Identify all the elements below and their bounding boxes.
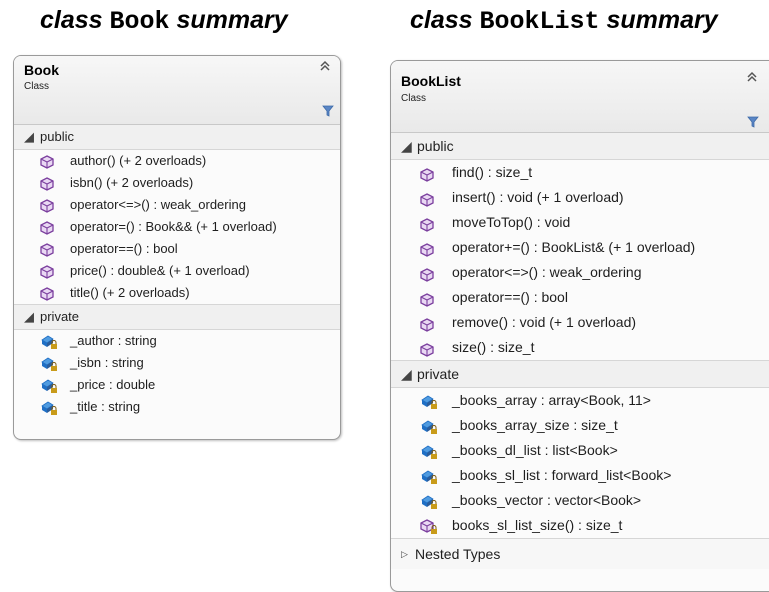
private-section-header[interactable]: ◢ private <box>14 304 340 330</box>
member-label: _books_array : array<Book, 11> <box>452 392 651 408</box>
member-item[interactable]: _isbn : string <box>14 352 340 374</box>
filter-icon[interactable] <box>322 102 334 121</box>
class-kind: Class <box>24 81 50 92</box>
member-label: title() (+ 2 overloads) <box>70 285 190 300</box>
member-label: remove() : void (+ 1 overload) <box>452 314 637 330</box>
collapse-triangle-icon[interactable]: ◢ <box>24 305 34 329</box>
booklist-class-card[interactable]: BookList Class ◢ public find() : size_ti… <box>390 60 769 592</box>
member-label: books_sl_list_size() : size_t <box>452 517 623 533</box>
book-class-card[interactable]: Book Class ◢ public author() (+ 2 overlo… <box>13 55 341 440</box>
member-item[interactable]: operator<=>() : weak_ordering <box>391 260 769 285</box>
member-item[interactable]: title() (+ 2 overloads) <box>14 282 340 304</box>
class-title: Book <box>24 62 59 78</box>
collapse-triangle-icon[interactable]: ◢ <box>401 133 412 159</box>
heading-keyword: class <box>410 6 473 34</box>
member-item[interactable]: operator==() : bool <box>14 238 340 260</box>
private-section-header[interactable]: ◢ private <box>391 360 769 388</box>
member-label: _books_array_size : size_t <box>452 417 618 433</box>
public-section-header[interactable]: ◢ public <box>391 133 769 160</box>
member-label: _isbn : string <box>70 355 144 370</box>
nested-types-section[interactable]: ▷ Nested Types <box>391 538 769 569</box>
member-label: operator=() : Book&& (+ 1 overload) <box>70 219 277 234</box>
collapse-triangle-icon[interactable]: ◢ <box>401 361 412 387</box>
section-label: private <box>40 309 80 324</box>
filter-icon[interactable] <box>747 113 759 132</box>
member-item[interactable]: remove() : void (+ 1 overload) <box>391 310 769 335</box>
class-header[interactable]: BookList Class <box>391 61 769 133</box>
member-item[interactable]: _books_dl_list : list<Book> <box>391 438 769 463</box>
private-field-icon <box>40 400 58 423</box>
member-item[interactable]: moveToTop() : void <box>391 210 769 235</box>
member-label: find() : size_t <box>452 164 533 180</box>
member-item[interactable]: price() : double& (+ 1 overload) <box>14 260 340 282</box>
member-label: size() : size_t <box>452 339 535 355</box>
member-label: operator+=() : BookList& (+ 1 overload) <box>452 239 696 255</box>
heading-suffix: summary <box>606 6 718 34</box>
member-label: operator==() : bool <box>452 289 568 305</box>
member-item[interactable]: _price : double <box>14 374 340 396</box>
heading-class-name: Book <box>109 7 170 36</box>
member-label: _author : string <box>70 333 157 348</box>
member-item[interactable]: operator+=() : BookList& (+ 1 overload) <box>391 235 769 260</box>
expand-triangle-icon[interactable]: ▷ <box>401 539 408 569</box>
member-item[interactable]: isbn() (+ 2 overloads) <box>14 172 340 194</box>
member-item[interactable]: _books_array : array<Book, 11> <box>391 388 769 413</box>
member-label: isbn() (+ 2 overloads) <box>70 175 194 190</box>
member-label: operator<=>() : weak_ordering <box>70 197 246 212</box>
member-item[interactable]: _author : string <box>14 330 340 352</box>
member-label: insert() : void (+ 1 overload) <box>452 189 624 205</box>
class-header[interactable]: Book Class <box>14 56 340 125</box>
member-item[interactable]: find() : size_t <box>391 160 769 185</box>
heading-keyword: class <box>40 6 103 34</box>
member-item[interactable]: size() : size_t <box>391 335 769 360</box>
class-kind: Class <box>401 93 427 104</box>
member-item[interactable]: insert() : void (+ 1 overload) <box>391 185 769 210</box>
heading-class-name: BookList <box>479 7 600 36</box>
section-label: public <box>417 138 454 154</box>
double-chevron-up-icon[interactable] <box>745 69 759 88</box>
private-members-list: _author : string _isbn : string _price : d… <box>14 330 340 418</box>
member-label: _books_vector : vector<Book> <box>452 492 642 508</box>
member-label: _books_sl_list : forward_list<Book> <box>452 467 672 483</box>
section-label: private <box>417 366 460 382</box>
member-label: price() : double& (+ 1 overload) <box>70 263 250 278</box>
member-item[interactable]: author() (+ 2 overloads) <box>14 150 340 172</box>
collapse-triangle-icon[interactable]: ◢ <box>24 125 34 149</box>
section-label: public <box>40 129 74 144</box>
public-members-list: author() (+ 2 overloads) isbn() (+ 2 over… <box>14 150 340 304</box>
booklist-summary-heading: class BookList summary <box>410 6 718 36</box>
double-chevron-up-icon[interactable] <box>318 58 332 77</box>
heading-suffix: summary <box>176 6 288 34</box>
member-item[interactable]: operator<=>() : weak_ordering <box>14 194 340 216</box>
member-item[interactable]: _books_array_size : size_t <box>391 413 769 438</box>
member-item[interactable]: _books_vector : vector<Book> <box>391 488 769 513</box>
section-label: Nested Types <box>415 546 501 562</box>
public-section-header[interactable]: ◢ public <box>14 125 340 150</box>
member-label: author() (+ 2 overloads) <box>70 153 207 168</box>
book-summary-heading: class Book summary <box>40 6 288 36</box>
member-label: _title : string <box>70 399 141 414</box>
class-title: BookList <box>401 73 461 89</box>
member-item[interactable]: operator=() : Book&& (+ 1 overload) <box>14 216 340 238</box>
member-label: _price : double <box>70 377 156 392</box>
member-item[interactable]: operator==() : bool <box>391 285 769 310</box>
member-label: operator<=>() : weak_ordering <box>452 264 642 280</box>
private-members-list: _books_array : array<Book, 11> _books_arr… <box>391 388 769 538</box>
member-label: operator==() : bool <box>70 241 178 256</box>
public-members-list: find() : size_t insert() : void (+ 1 over… <box>391 160 769 360</box>
member-label: _books_dl_list : list<Book> <box>452 442 618 458</box>
member-item[interactable]: _title : string <box>14 396 340 418</box>
member-item[interactable]: books_sl_list_size() : size_t <box>391 513 769 538</box>
member-item[interactable]: _books_sl_list : forward_list<Book> <box>391 463 769 488</box>
member-label: moveToTop() : void <box>452 214 571 230</box>
